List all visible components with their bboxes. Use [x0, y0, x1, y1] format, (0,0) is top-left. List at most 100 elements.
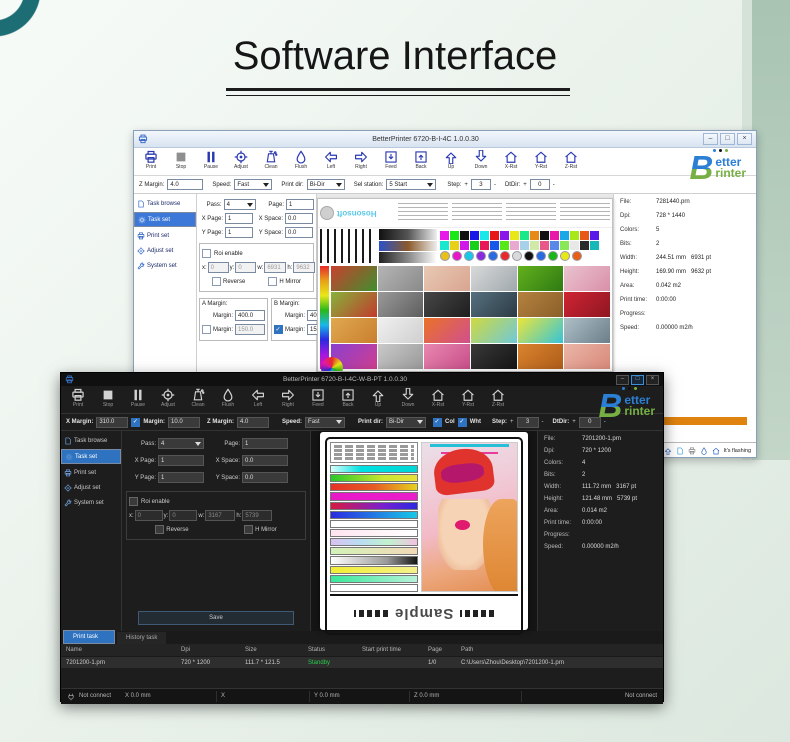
sidebar-item-print-set[interactable]: Print set — [61, 466, 121, 479]
reverse-checkbox[interactable] — [155, 525, 164, 534]
roi-x-input[interactable]: 0 — [208, 262, 229, 273]
sidebar-item-system-set[interactable]: System set — [61, 496, 121, 509]
toolbar-down-button[interactable]: Down — [393, 386, 423, 413]
x-page-input[interactable]: 1 — [158, 455, 204, 466]
margin-input[interactable]: 10.0 — [168, 417, 200, 428]
dtdir-minus-button[interactable]: - — [553, 182, 555, 188]
h-mirror-checkbox[interactable] — [268, 277, 277, 286]
step-minus-button[interactable]: - — [494, 182, 496, 188]
sidebar-item-system-set[interactable]: System set — [134, 259, 196, 272]
reverse-checkbox[interactable] — [212, 277, 221, 286]
toolbar-zrst-button[interactable]: Z-Rst — [483, 386, 513, 413]
roi-w-input[interactable]: 3167 — [205, 510, 235, 521]
toolbar-down-button[interactable]: Down — [466, 148, 496, 175]
toolbar-back-button[interactable]: Back — [406, 148, 436, 175]
step-input[interactable]: 3 — [471, 179, 491, 190]
roi-h-input[interactable]: 9632 — [293, 262, 315, 273]
toolbar-yrst-button[interactable]: Y-Rst — [453, 386, 483, 413]
y-page-input[interactable]: 1 — [158, 472, 204, 483]
sidebar-item-print-set[interactable]: Print set — [134, 229, 196, 242]
step-plus-button[interactable]: + — [510, 419, 514, 425]
toolbar-stop-button[interactable]: Stop — [93, 386, 123, 413]
sidebar-item-task-browse[interactable]: Task browse — [134, 197, 196, 210]
save-button[interactable]: Save — [138, 611, 294, 625]
margin-checkbox[interactable] — [131, 418, 140, 427]
roi-x-input[interactable]: 0 — [135, 510, 163, 521]
y-space-input[interactable]: 0.0 — [242, 472, 288, 483]
toolbar-adjust-button[interactable]: Adjust — [153, 386, 183, 413]
page-input[interactable]: 1 — [242, 438, 288, 449]
col-checkbox[interactable] — [433, 418, 442, 427]
z-margin-input[interactable]: 4.0 — [167, 179, 203, 190]
toolbar-right-button[interactable]: Right — [273, 386, 303, 413]
roi-y-input[interactable]: 0 — [169, 510, 197, 521]
table-row[interactable]: 7201200-1.prn 720 * 1200 111.7 * 121.5 S… — [61, 657, 663, 668]
toolbar-left-button[interactable]: Left — [316, 148, 346, 175]
toolbar-feed-button[interactable]: Feed — [376, 148, 406, 175]
h-mirror-checkbox[interactable] — [244, 525, 253, 534]
toolbar-pause-button[interactable]: Pause — [196, 148, 226, 175]
b-margin2-checkbox[interactable] — [274, 325, 283, 334]
x-space-input[interactable]: 0.0 — [285, 213, 313, 224]
roi-enable-checkbox[interactable] — [202, 249, 211, 258]
toolbar-feed-button[interactable]: Feed — [303, 386, 333, 413]
tab-history-task[interactable]: History task — [117, 632, 166, 644]
pass-select[interactable]: 4 — [224, 199, 256, 210]
toolbar-pause-button[interactable]: Pause — [123, 386, 153, 413]
dtdir-input[interactable]: 0 — [530, 179, 550, 190]
sidebar-item-adjust-set[interactable]: Adjust set — [61, 481, 121, 494]
toolbar-up-button[interactable]: Up — [436, 148, 466, 175]
toolbar-clean-button[interactable]: Clean — [183, 386, 213, 413]
minimize-button[interactable]: – — [616, 375, 629, 385]
y-space-input[interactable]: 0.0 — [285, 227, 313, 238]
maximize-button[interactable]: □ — [720, 133, 735, 145]
toolbar-xrst-button[interactable]: X-Rst — [423, 386, 453, 413]
print-dir-select[interactable]: Bi-Dir — [386, 417, 426, 428]
x-space-input[interactable]: 0.0 — [242, 455, 288, 466]
toolbar-flush-button[interactable]: Flush — [286, 148, 316, 175]
maximize-button[interactable]: □ — [631, 375, 644, 385]
toolbar-yrst-button[interactable]: Y-Rst — [526, 148, 556, 175]
x-page-input[interactable]: 1 — [225, 213, 253, 224]
roi-w-input[interactable]: 6931 — [264, 262, 286, 273]
print-dir-select[interactable]: Bi-Dir — [307, 179, 345, 190]
sidebar-item-task-browse[interactable]: Task browse — [61, 434, 121, 447]
close-button[interactable]: × — [737, 133, 752, 145]
step-minus-button[interactable]: - — [542, 419, 544, 425]
roi-h-input[interactable]: 5739 — [242, 510, 272, 521]
step-plus-button[interactable]: + — [464, 182, 468, 188]
sidebar-item-task-set[interactable]: Task set — [61, 449, 121, 464]
toolbar-flush-button[interactable]: Flush — [213, 386, 243, 413]
toolbar-clean-button[interactable]: Clean — [256, 148, 286, 175]
pass-select[interactable]: 4 — [158, 438, 204, 449]
toolbar-print-button[interactable]: Print — [136, 148, 166, 175]
toolbar-right-button[interactable]: Right — [346, 148, 376, 175]
speed-select[interactable]: Fast — [305, 417, 345, 428]
toolbar-xrst-button[interactable]: X-Rst — [496, 148, 526, 175]
a-margin2-input[interactable]: 150.0 — [235, 324, 265, 335]
toolbar-back-button[interactable]: Back — [333, 386, 363, 413]
z-margin-input[interactable]: 4.0 — [237, 417, 269, 428]
toolbar-zrst-button[interactable]: Z-Rst — [556, 148, 586, 175]
dtdir-input[interactable]: 0 — [579, 417, 601, 428]
toolbar-adjust-button[interactable]: Adjust — [226, 148, 256, 175]
sidebar-item-task-set[interactable]: Task set — [134, 212, 196, 227]
close-button[interactable]: × — [646, 375, 659, 385]
a-margin2-checkbox[interactable] — [202, 325, 211, 334]
tab-print-task[interactable]: Print task — [63, 630, 115, 644]
page-input[interactable]: 1 — [286, 199, 314, 210]
sel-station-select[interactable]: 5 Start — [386, 179, 436, 190]
roi-enable-checkbox[interactable] — [129, 497, 138, 506]
sidebar-item-adjust-set[interactable]: Adjust set — [134, 244, 196, 257]
a-margin1-input[interactable]: 400.0 — [235, 310, 265, 321]
dtdir-plus-button[interactable]: + — [572, 419, 576, 425]
step-input[interactable]: 3 — [517, 417, 539, 428]
roi-y-input[interactable]: 0 — [235, 262, 256, 273]
y-page-input[interactable]: 1 — [225, 227, 253, 238]
minimize-button[interactable]: – — [703, 133, 718, 145]
toolbar-left-button[interactable]: Left — [243, 386, 273, 413]
wht-checkbox[interactable] — [458, 418, 467, 427]
toolbar-up-button[interactable]: Up — [363, 386, 393, 413]
toolbar-stop-button[interactable]: Stop — [166, 148, 196, 175]
speed-select[interactable]: Fast — [234, 179, 272, 190]
